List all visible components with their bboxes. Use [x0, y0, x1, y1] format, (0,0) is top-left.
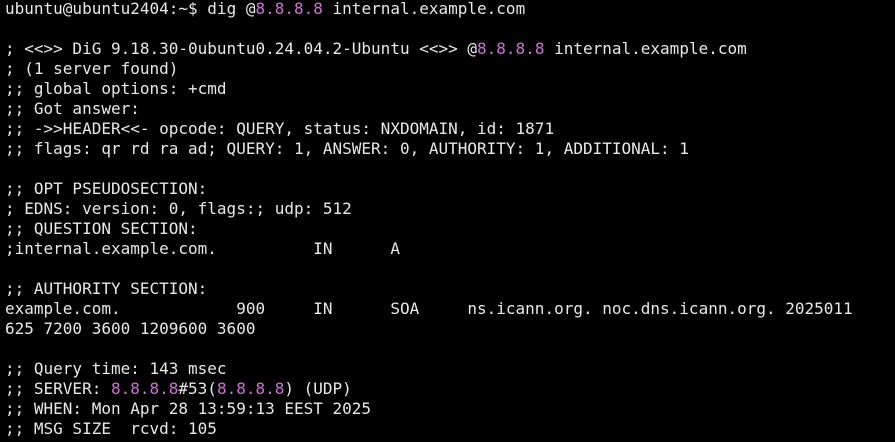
banner-text: ; <<>> DiG 9.18.30-0ubuntu0.24.04.2-Ubun…: [5, 39, 478, 58]
banner-server-ip: 8.8.8.8: [477, 39, 545, 58]
server-label: ;; SERVER:: [5, 379, 111, 398]
command-text: dig @: [207, 0, 256, 18]
server-ip-paren: 8.8.8.8: [216, 379, 285, 398]
banner-domain: internal.example.com: [544, 39, 747, 58]
server-found-line: ; (1 server found): [5, 59, 179, 78]
msg-size-line: ;; MSG SIZE rcvd: 105: [5, 419, 217, 438]
authority-record-wrap: 625 7200 3600 1209600 3600: [5, 319, 256, 338]
command-server-ip: 8.8.8.8: [255, 0, 323, 18]
server-ip: 8.8.8.8: [110, 379, 179, 398]
command-domain: internal.example.com: [322, 0, 526, 18]
header-line: ;; ->>HEADER<<- opcode: QUERY, status: N…: [5, 119, 555, 138]
got-answer-line: ;; Got answer:: [5, 99, 140, 118]
server-port: #53(: [178, 379, 217, 398]
global-options-line: ;; global options: +cmd: [5, 79, 227, 98]
dig-banner: ; <<>> DiG 9.18.30-0ubuntu0.24.04.2-Ubun…: [5, 39, 747, 59]
question-section-heading: ;; QUESTION SECTION:: [5, 219, 198, 238]
authority-record: example.com. 900 IN SOA ns.icann.org. no…: [5, 299, 853, 318]
opt-section-heading: ;; OPT PSEUDOSECTION:: [5, 179, 208, 198]
server-line: ;; SERVER: 8.8.8.8#53(8.8.8.8) (UDP): [5, 379, 352, 399]
when-line: ;; WHEN: Mon Apr 28 13:59:13 EEST 2025: [5, 399, 372, 418]
flags-line: ;; flags: qr rd ra ad; QUERY: 1, ANSWER:…: [5, 139, 689, 158]
question-record: ;internal.example.com. IN A: [5, 239, 400, 258]
command-line: ubuntu@ubuntu2404:~$ dig @8.8.8.8 intern…: [5, 0, 525, 19]
authority-section-heading: ;; AUTHORITY SECTION:: [5, 279, 208, 298]
query-time-line: ;; Query time: 143 msec: [5, 359, 227, 378]
server-protocol: ) (UDP): [284, 379, 352, 398]
terminal-window[interactable]: ubuntu@ubuntu2404:~$ dig @8.8.8.8 intern…: [0, 0, 895, 442]
edns-line: ; EDNS: version: 0, flags:; udp: 512: [5, 199, 352, 218]
shell-prompt: ubuntu@ubuntu2404:~$: [5, 0, 208, 18]
